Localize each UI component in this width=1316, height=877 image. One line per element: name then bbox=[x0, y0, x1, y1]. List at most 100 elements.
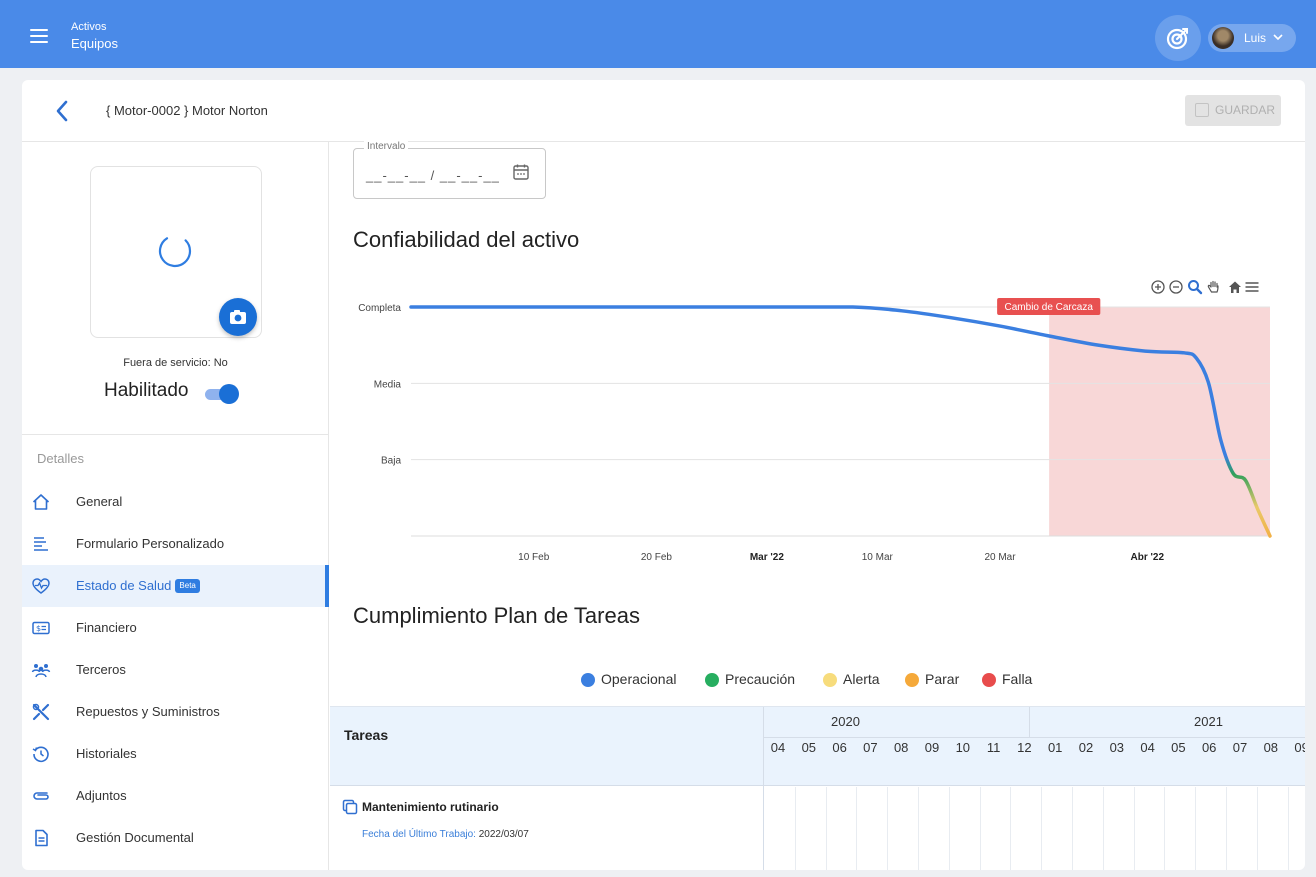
annotation-label: Cambio de Carcaza bbox=[1005, 302, 1094, 313]
nav-item-spare-parts[interactable]: Repuestos y Suministros bbox=[22, 691, 328, 733]
task-gantt: Tareas 2020 2021 04 05 06 07 08 09 10 11 12 01 02 0… bbox=[330, 706, 1305, 870]
enabled-toggle[interactable] bbox=[203, 384, 239, 404]
gantt-grid-line bbox=[979, 787, 981, 870]
nav-label: Estado de Salud Beta bbox=[76, 578, 200, 593]
task-last-work: Fecha del Último Trabajo: 2022/03/07 bbox=[362, 829, 529, 840]
nav-item-financial[interactable]: $ Financiero bbox=[22, 607, 328, 649]
nav-label: General bbox=[76, 494, 123, 509]
details-heading: Detalles bbox=[37, 451, 84, 466]
last-work-label: Fecha del Último Trabajo: bbox=[362, 829, 476, 840]
avatar bbox=[1212, 27, 1234, 49]
year-separator bbox=[1029, 707, 1030, 737]
beta-badge: Beta bbox=[175, 579, 200, 593]
nav-label: Repuestos y Suministros bbox=[76, 704, 220, 719]
gantt-grid-line bbox=[794, 787, 796, 870]
year-divider bbox=[764, 737, 1305, 738]
gantt-grid-line bbox=[887, 787, 889, 870]
breadcrumb-section: Activos bbox=[71, 21, 107, 33]
nav-label: Terceros bbox=[76, 662, 126, 677]
card-header: { Motor-0002 } Motor Norton GUARDAR bbox=[22, 80, 1305, 142]
plan-legend: Operacional Precaución Alerta Parar Fall… bbox=[330, 670, 1305, 690]
breadcrumb-module: Equipos bbox=[71, 36, 118, 51]
x-tick-label: Mar '22 bbox=[750, 552, 785, 563]
camera-icon bbox=[230, 310, 246, 324]
x-tick-label: 20 Feb bbox=[641, 552, 673, 563]
x-tick-label: 10 Mar bbox=[862, 552, 894, 563]
left-panel: Fuera de servicio: No Habilitado Detalle… bbox=[22, 142, 329, 870]
legend-label: Precaución bbox=[725, 671, 796, 687]
loading-spinner-icon bbox=[158, 237, 192, 268]
last-work-date: 2022/03/07 bbox=[475, 829, 529, 840]
nav-label: Formulario Personalizado bbox=[76, 536, 225, 551]
x-tick-label: Abr '22 bbox=[1131, 552, 1165, 563]
asset-photo bbox=[90, 166, 262, 338]
people-icon bbox=[31, 664, 51, 678]
legend-dot bbox=[705, 673, 719, 687]
nav-item-health-status[interactable]: Estado de Salud Beta bbox=[22, 565, 329, 607]
month-label: 05 bbox=[1171, 740, 1186, 755]
toggle-knob bbox=[219, 384, 239, 404]
nav-item-custom-form[interactable]: Formulario Personalizado bbox=[22, 523, 328, 565]
month-label: 06 bbox=[832, 740, 847, 755]
legend-dot bbox=[982, 673, 996, 687]
reliability-title: Confiabilidad del activo bbox=[353, 227, 580, 252]
interval-date-range-input[interactable]: Intervalo __-__-__ / __-__-__ bbox=[353, 141, 546, 199]
task-name[interactable]: Mantenimiento rutinario bbox=[362, 800, 499, 814]
gantt-grid-line bbox=[1256, 787, 1258, 870]
target-icon bbox=[1166, 28, 1188, 50]
month-label: 01 bbox=[1047, 740, 1063, 755]
nav-label-text: Estado de Salud bbox=[76, 578, 172, 593]
target-button[interactable] bbox=[1155, 15, 1201, 61]
gantt-header: Tareas 2020 2021 04 05 06 07 08 09 10 11 12 01 02 0… bbox=[330, 707, 1305, 786]
nav-item-attachments[interactable]: Adjuntos bbox=[22, 775, 328, 817]
reliability-chart: Baja Media Completa 10 Feb 20 Feb Mar '22 10 M… bbox=[358, 298, 1272, 563]
gantt-grid-line bbox=[1041, 787, 1043, 870]
gantt-grid-line bbox=[825, 787, 827, 870]
legend-label: Parar bbox=[925, 671, 960, 687]
nav-item-third-parties[interactable]: Terceros bbox=[22, 649, 328, 691]
paperclip-icon bbox=[33, 792, 49, 800]
nav-item-general[interactable]: General bbox=[22, 481, 328, 523]
history-icon bbox=[32, 746, 49, 763]
month-label: 11 bbox=[986, 740, 1001, 755]
camera-button[interactable] bbox=[219, 298, 257, 336]
form-lines-icon bbox=[34, 537, 48, 551]
nav-item-document-management[interactable]: Gestión Documental bbox=[22, 817, 328, 859]
nav-item-history[interactable]: Historiales bbox=[22, 733, 328, 775]
asset-card: { Motor-0002 } Motor Norton GUARDAR Fuer… bbox=[22, 80, 1305, 870]
gantt-grid-line bbox=[948, 787, 950, 870]
month-label: 03 bbox=[1109, 740, 1125, 755]
back-arrow-icon[interactable] bbox=[52, 98, 72, 124]
gantt-grid-line bbox=[856, 787, 858, 870]
user-menu[interactable]: Luis bbox=[1208, 24, 1296, 52]
user-name: Luis bbox=[1244, 31, 1267, 45]
divider bbox=[22, 434, 328, 435]
hamburger-icon[interactable] bbox=[30, 29, 48, 43]
interval-label: Intervalo bbox=[364, 141, 409, 152]
interval-value: __-__-__ / __-__-__ bbox=[366, 168, 500, 183]
legend-dot bbox=[823, 673, 837, 687]
out-of-service-status: Fuera de servicio: No bbox=[123, 357, 228, 369]
document-icon bbox=[35, 829, 48, 847]
gantt-grid-line bbox=[1133, 787, 1135, 870]
tools-icon bbox=[32, 703, 50, 721]
enabled-label: Habilitado bbox=[104, 380, 189, 401]
month-label: 02 bbox=[1078, 740, 1094, 755]
legend-label: Alerta bbox=[843, 671, 880, 687]
save-label: GUARDAR bbox=[1215, 103, 1276, 117]
gantt-grid-line bbox=[1164, 787, 1166, 870]
svg-text:$: $ bbox=[36, 624, 41, 633]
calendar-icon[interactable] bbox=[512, 163, 530, 181]
month-label: 07 bbox=[863, 740, 878, 755]
nav-label: Financiero bbox=[76, 620, 137, 635]
legend-dot bbox=[581, 673, 595, 687]
legend-dot bbox=[905, 673, 919, 687]
tasks-column-header: Tareas bbox=[344, 727, 389, 743]
month-label: 04 bbox=[770, 740, 786, 755]
month-label: 08 bbox=[893, 740, 909, 755]
month-label: 05 bbox=[801, 740, 817, 755]
save-button[interactable]: GUARDAR bbox=[1185, 95, 1281, 126]
copy-task-icon bbox=[342, 799, 358, 815]
y-tick-label: Media bbox=[374, 379, 402, 390]
gantt-grid-line bbox=[1102, 787, 1104, 870]
